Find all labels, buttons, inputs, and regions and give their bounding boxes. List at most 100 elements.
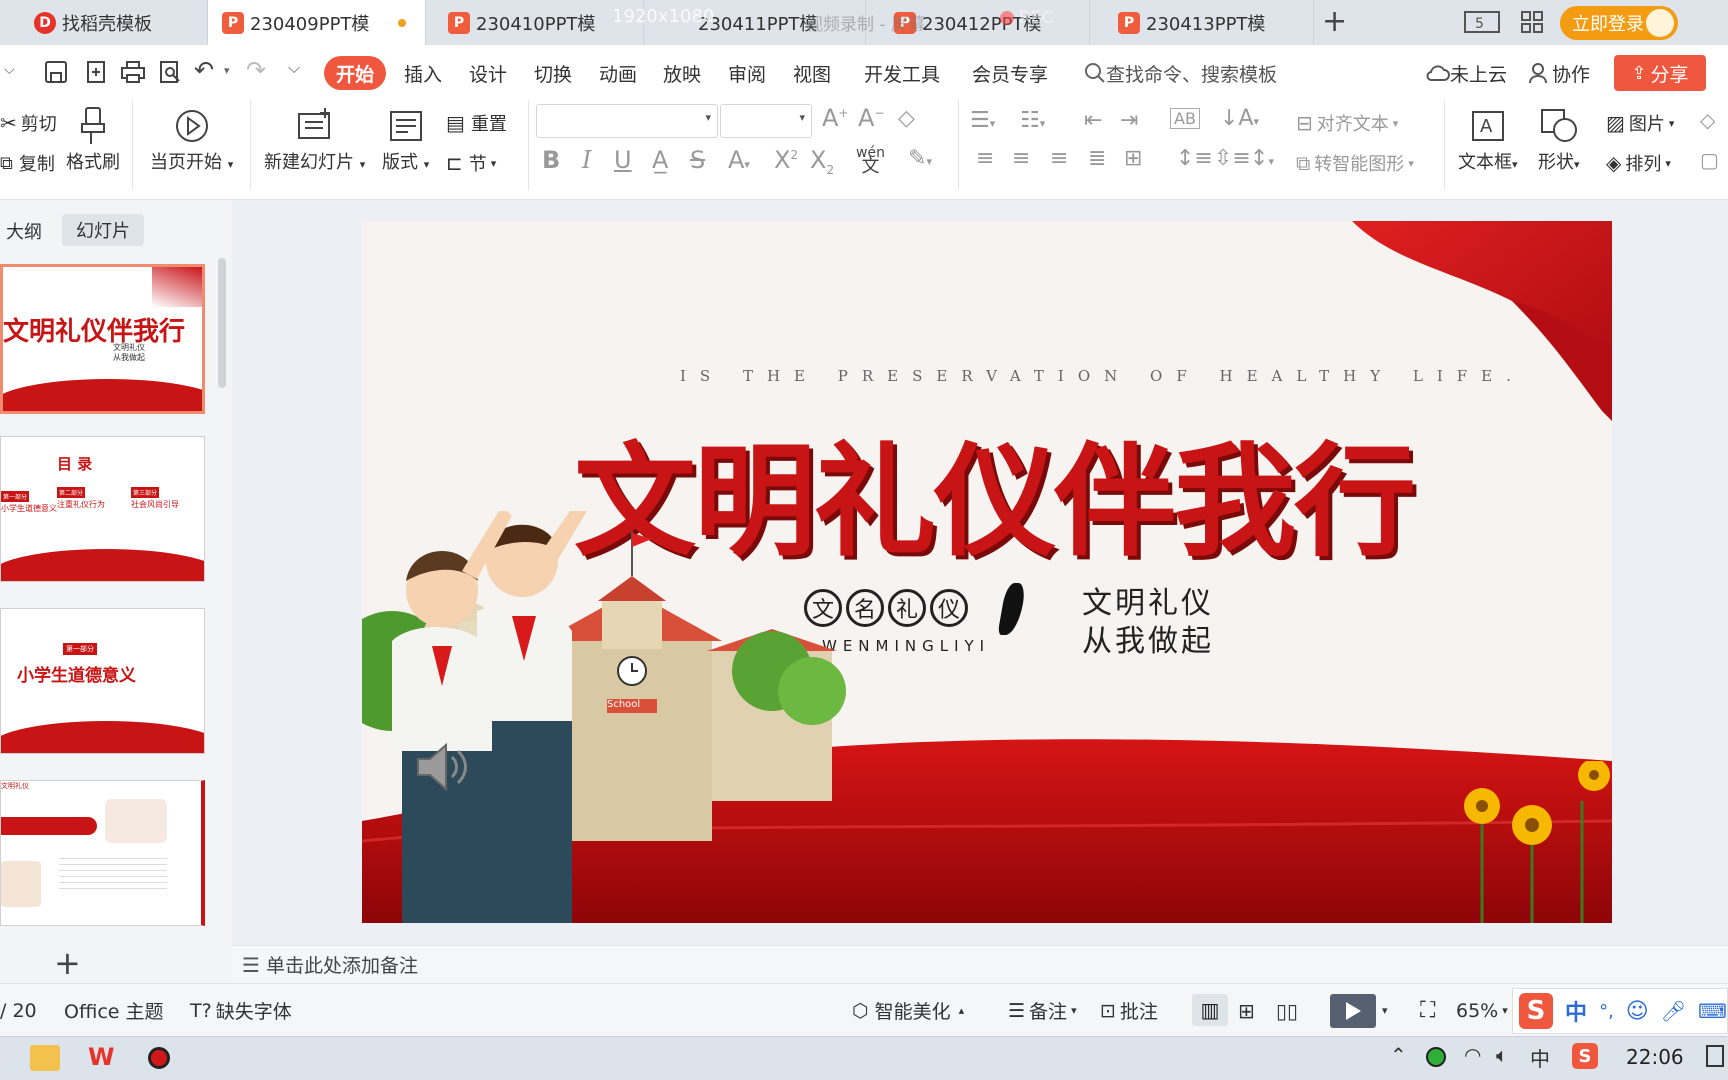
tab-outline[interactable]: 大纲 — [6, 218, 42, 244]
export-icon[interactable] — [84, 60, 108, 84]
align-text-button[interactable]: ⊟ 对齐文本 ▾ — [1296, 110, 1398, 136]
undo-icon[interactable]: ↶ — [194, 56, 214, 84]
reading-mode-icon[interactable]: 5 — [1464, 10, 1500, 34]
menu-animation[interactable]: 动画 — [599, 56, 637, 90]
smart-shape-button[interactable]: ⧉ 转智能图形 ▾ — [1296, 150, 1414, 176]
file-explorer-icon[interactable] — [30, 1045, 60, 1071]
login-button[interactable]: 立即登录 — [1560, 6, 1678, 40]
copy-button[interactable]: ⧉ 复制 — [0, 150, 55, 176]
align-right-icon[interactable]: ≡ — [1050, 146, 1068, 171]
numbered-list-icon[interactable]: ☷▾ — [1020, 108, 1045, 133]
bullet-list-icon[interactable]: ☰▾ — [970, 108, 995, 133]
microphone-icon[interactable]: 🎤︎ — [1661, 999, 1686, 1023]
save-icon[interactable] — [44, 60, 68, 84]
strikethrough-icon[interactable]: S — [690, 146, 705, 174]
normal-view-icon[interactable]: ▥ — [1192, 994, 1228, 1026]
slide-current[interactable]: IS THE PRESERVATION OF HEALTHY LIFE. 文明礼… — [362, 221, 1612, 923]
align-left-icon[interactable]: ≡ — [976, 146, 994, 171]
cut-button[interactable]: ✂ 剪切 — [0, 110, 57, 136]
cloud-status[interactable]: 未上云 — [1426, 56, 1507, 90]
subscript-icon[interactable]: X2 — [810, 146, 834, 177]
redo-icon[interactable]: ↷ — [246, 56, 266, 84]
keyboard-icon[interactable]: ⌨ — [1698, 999, 1727, 1023]
panel-scrollbar[interactable] — [218, 258, 226, 388]
menu-view[interactable]: 视图 — [793, 56, 831, 90]
emoji-icon[interactable]: ☺ — [1626, 999, 1649, 1024]
menu-home[interactable]: 开始 — [324, 56, 387, 90]
new-slide-button[interactable]: 新建幻灯片 ▾ — [264, 104, 365, 174]
print-preview-icon[interactable] — [158, 60, 182, 84]
fill-icon[interactable]: ◇ — [1700, 108, 1715, 132]
increase-font-icon[interactable]: A+ — [822, 104, 848, 132]
align-center-icon[interactable]: ≡ — [1012, 146, 1030, 171]
add-slide-button[interactable]: + — [54, 947, 81, 979]
paragraph-spacing-icon[interactable]: ⇳≡ — [1214, 146, 1251, 171]
reset-button[interactable]: ▤ 重置 — [446, 110, 507, 136]
increase-indent-icon[interactable]: ⇥ — [1120, 108, 1138, 133]
new-tab-button[interactable]: + — [1322, 6, 1347, 38]
bold-button[interactable]: B — [542, 146, 560, 174]
picture-button[interactable]: ▨ 图片 ▾ — [1606, 110, 1674, 136]
fit-window-icon[interactable]: ⛶ — [1420, 984, 1435, 1037]
sort-icon[interactable]: ↓A▾ — [1220, 106, 1259, 131]
menu-developer[interactable]: 开发工具 — [864, 56, 940, 90]
layout-button[interactable]: 版式 ▾ — [382, 104, 429, 174]
page-indicator[interactable]: / 20 — [0, 984, 37, 1037]
zoom-level[interactable]: 65% ▾ — [1456, 984, 1508, 1037]
superscript-icon[interactable]: X2 — [774, 146, 798, 174]
menu-review[interactable]: 审阅 — [728, 56, 766, 90]
pinyin-guide-button[interactable]: wén 文 — [856, 146, 885, 176]
distribute-icon[interactable]: ⊞ — [1124, 146, 1142, 171]
grid-view-icon[interactable] — [1520, 10, 1544, 34]
tab-docer[interactable]: D 找稻壳模板 — [20, 0, 208, 45]
font-color-icon[interactable]: A▾ — [728, 146, 750, 174]
line-spacing-icon[interactable]: ↕≡ — [1176, 146, 1213, 171]
justify-icon[interactable]: ≣ — [1088, 146, 1106, 171]
italic-button[interactable]: I — [582, 146, 591, 174]
menu-member[interactable]: 会员专享 — [972, 56, 1048, 90]
tray-language[interactable]: 中 — [1530, 1043, 1550, 1072]
smart-beautify-button[interactable]: ⬡ 智能美化 ▴ — [852, 984, 964, 1037]
undo-dropdown-icon[interactable]: ▾ — [224, 64, 230, 77]
tab-slides[interactable]: 幻灯片 — [62, 214, 144, 246]
command-search[interactable]: 查找命令、搜索模板 — [1084, 56, 1277, 90]
collab-button[interactable]: 协作 — [1528, 56, 1590, 90]
sogou-tray-icon[interactable]: S — [1572, 1043, 1598, 1069]
menu-design[interactable]: 设计 — [469, 56, 507, 90]
print-icon[interactable] — [120, 60, 146, 84]
reading-view-icon[interactable]: ▯▯ — [1276, 984, 1298, 1037]
ime-punct[interactable]: °, — [1599, 1001, 1614, 1022]
decrease-indent-icon[interactable]: ⇤ — [1084, 108, 1102, 133]
underline-button[interactable]: U — [614, 146, 632, 174]
tray-expand-icon[interactable]: ⌃ — [1390, 1043, 1407, 1067]
text-direction-icon[interactable]: AB — [1170, 108, 1200, 129]
slide-thumb-2[interactable]: 目 录 第一部分 第二部分 第三部分 小学生道德意义 注重礼仪行为 社会风尚引导 — [0, 436, 205, 582]
slide-sorter-icon[interactable]: ⊞ — [1238, 984, 1255, 1037]
theme-indicator[interactable]: Office 主题 — [64, 984, 164, 1037]
tray-status-icon[interactable] — [1426, 1047, 1446, 1067]
slide-thumb-3[interactable]: 第一部分 小学生道德意义 — [0, 608, 205, 754]
recorder-taskbar-icon[interactable] — [148, 1047, 170, 1069]
wps-taskbar-icon[interactable]: W — [88, 1043, 114, 1071]
audio-speaker-icon[interactable] — [414, 741, 474, 793]
format-painter-button[interactable]: 格式刷 — [66, 104, 120, 174]
font-name-select[interactable]: ▾ — [536, 104, 718, 138]
notes-pane[interactable]: ☰ 单击此处添加备注 — [232, 945, 1728, 983]
decrease-font-icon[interactable]: A− — [858, 104, 884, 132]
menu-transition[interactable]: 切换 — [534, 56, 572, 90]
shape-button[interactable]: 形状▾ — [1538, 104, 1580, 174]
clock[interactable]: 22:06 — [1626, 1045, 1684, 1069]
highlight-icon[interactable]: ✎▾ — [908, 146, 932, 171]
section-button[interactable]: ⊏ 节 ▾ — [446, 150, 496, 176]
slide-thumb-1[interactable]: 文明礼仪伴我行 文明礼仪 从我做起 — [0, 264, 205, 414]
textbox-button[interactable]: A 文本框▾ — [1458, 104, 1518, 174]
menu-insert[interactable]: 插入 — [404, 56, 442, 90]
font-size-select[interactable]: ▾ — [720, 104, 812, 138]
show-desktop-button[interactable] — [1706, 1045, 1724, 1067]
play-from-current-button[interactable]: 当页开始 ▾ — [150, 104, 233, 174]
outline-icon[interactable]: ▢ — [1700, 148, 1719, 172]
slide-thumb-4[interactable]: 文明礼仪 — [0, 780, 205, 926]
comment-button[interactable]: ⊡ 批注 — [1100, 984, 1158, 1037]
menu-slideshow[interactable]: 放映 — [663, 56, 701, 90]
customize-quick-access-icon[interactable]: ⌵ — [288, 58, 300, 78]
